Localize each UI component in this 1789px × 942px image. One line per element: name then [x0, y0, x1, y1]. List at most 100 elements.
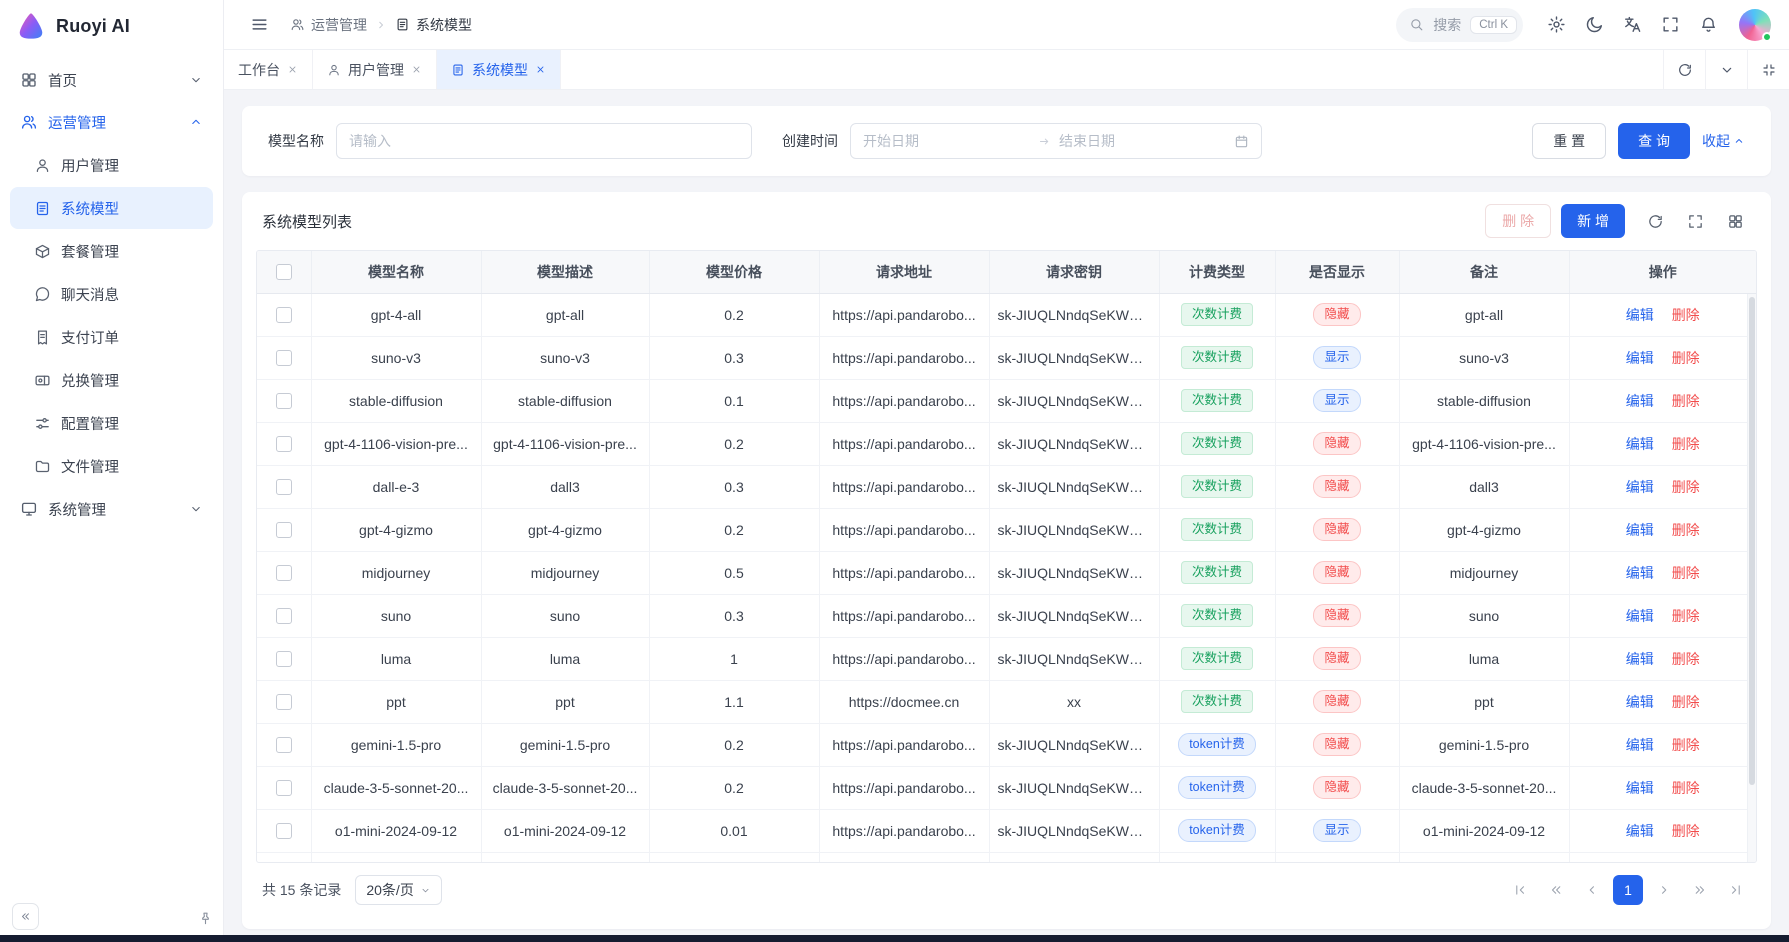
last-page-icon — [1729, 883, 1743, 897]
sidebar-item-redeem-manage[interactable]: 兑换管理 — [10, 359, 213, 401]
sidebar-item-operations[interactable]: 运营管理 — [10, 102, 213, 142]
refresh-button[interactable] — [1639, 205, 1671, 237]
fullscreen-button[interactable] — [1653, 8, 1687, 42]
delete-link[interactable]: 删除 — [1672, 651, 1700, 667]
translate-button[interactable] — [1615, 8, 1649, 42]
app-logo[interactable]: Ruoyi AI — [0, 0, 223, 52]
edit-link[interactable]: 编辑 — [1626, 651, 1654, 667]
jump-forward-button[interactable] — [1685, 875, 1715, 905]
delete-link[interactable]: 删除 — [1672, 780, 1700, 796]
edit-link[interactable]: 编辑 — [1626, 436, 1654, 452]
row-checkbox[interactable] — [276, 608, 292, 624]
translate-icon — [1623, 15, 1642, 34]
moon-button[interactable] — [1577, 8, 1611, 42]
row-checkbox[interactable] — [276, 737, 292, 753]
edit-link[interactable]: 编辑 — [1626, 479, 1654, 495]
row-checkbox[interactable] — [276, 436, 292, 452]
edit-link[interactable]: 编辑 — [1626, 565, 1654, 581]
cell-remark: suno-v3 — [1399, 336, 1569, 379]
row-checkbox[interactable] — [276, 522, 292, 538]
tabbar-controls — [1663, 50, 1789, 89]
delete-link[interactable]: 删除 — [1672, 307, 1700, 323]
jump-back-button[interactable] — [1541, 875, 1571, 905]
sidebar-item-system[interactable]: 系统管理 — [10, 489, 213, 529]
next-page-button[interactable] — [1649, 875, 1679, 905]
sidebar-item-chat-message[interactable]: 聊天消息 — [10, 273, 213, 315]
sidebar-item-package-manage[interactable]: 套餐管理 — [10, 230, 213, 272]
sidebar-item-config-manage[interactable]: 配置管理 — [10, 402, 213, 444]
menu-toggle-button[interactable] — [242, 8, 276, 42]
visibility-badge: 隐藏 — [1313, 690, 1360, 713]
first-page-button[interactable] — [1505, 875, 1535, 905]
breadcrumb-operations[interactable]: 运营管理 — [290, 15, 367, 35]
edit-link[interactable]: 编辑 — [1626, 780, 1654, 796]
query-button[interactable]: 查 询 — [1618, 123, 1690, 159]
prev-page-button[interactable] — [1577, 875, 1607, 905]
page-size-select[interactable]: 20条/页 — [355, 875, 441, 905]
delete-link[interactable]: 删除 — [1672, 565, 1700, 581]
gear-button[interactable] — [1539, 8, 1573, 42]
select-all-checkbox[interactable] — [276, 264, 292, 280]
edit-link[interactable]: 编辑 — [1626, 694, 1654, 710]
close-icon[interactable] — [287, 64, 298, 75]
cell-remark: suno — [1399, 594, 1569, 637]
delete-link[interactable]: 删除 — [1672, 694, 1700, 710]
edit-link[interactable]: 编辑 — [1626, 307, 1654, 323]
breadcrumb-current[interactable]: 系统模型 — [395, 15, 472, 35]
sidebar-collapse-button[interactable] — [12, 903, 39, 930]
delete-link[interactable]: 删除 — [1672, 350, 1700, 366]
row-checkbox[interactable] — [276, 780, 292, 796]
sidebar-item-pay-order[interactable]: 支付订单 — [10, 316, 213, 358]
bell-button[interactable] — [1691, 8, 1725, 42]
delete-link[interactable]: 删除 — [1672, 393, 1700, 409]
delete-link[interactable]: 删除 — [1672, 737, 1700, 753]
chevron-down-button[interactable] — [1705, 50, 1747, 89]
global-search[interactable]: 搜索 Ctrl K — [1396, 8, 1523, 42]
row-checkbox[interactable] — [276, 350, 292, 366]
scrollbar-thumb[interactable] — [1749, 297, 1755, 785]
edit-link[interactable]: 编辑 — [1626, 737, 1654, 753]
expand-button[interactable] — [1679, 205, 1711, 237]
table-scrollbar[interactable] — [1747, 294, 1756, 862]
tab-system-model[interactable]: 系统模型 — [437, 50, 561, 89]
close-icon[interactable] — [411, 64, 422, 75]
date-range-picker[interactable]: 开始日期 结束日期 — [850, 123, 1262, 159]
model-name-input[interactable] — [336, 123, 752, 159]
row-checkbox[interactable] — [276, 823, 292, 839]
sidebar-item-system-model[interactable]: 系统模型 — [10, 187, 213, 229]
tab-user-manage[interactable]: 用户管理 — [313, 50, 437, 89]
sidebar-item-home[interactable]: 首页 — [10, 60, 213, 100]
pin-icon[interactable] — [198, 911, 213, 926]
compress-button[interactable] — [1747, 50, 1789, 89]
row-checkbox[interactable] — [276, 479, 292, 495]
sidebar-item-user-manage[interactable]: 用户管理 — [10, 144, 213, 186]
reset-button[interactable]: 重 置 — [1532, 123, 1606, 159]
arrow-right-icon — [1038, 135, 1051, 148]
delete-link[interactable]: 删除 — [1672, 522, 1700, 538]
edit-link[interactable]: 编辑 — [1626, 608, 1654, 624]
edit-link[interactable]: 编辑 — [1626, 393, 1654, 409]
row-checkbox[interactable] — [276, 307, 292, 323]
last-page-button[interactable] — [1721, 875, 1751, 905]
delete-link[interactable]: 删除 — [1672, 479, 1700, 495]
delete-link[interactable]: 删除 — [1672, 823, 1700, 839]
close-icon[interactable] — [535, 64, 546, 75]
batch-delete-button[interactable]: 删 除 — [1485, 204, 1551, 238]
tab-workbench[interactable]: 工作台 — [224, 50, 313, 89]
refresh-button[interactable] — [1663, 50, 1705, 89]
columns-button[interactable] — [1719, 205, 1751, 237]
row-checkbox[interactable] — [276, 565, 292, 581]
delete-link[interactable]: 删除 — [1672, 608, 1700, 624]
delete-link[interactable]: 删除 — [1672, 436, 1700, 452]
add-button[interactable]: 新 增 — [1561, 204, 1625, 238]
edit-link[interactable]: 编辑 — [1626, 522, 1654, 538]
sidebar-item-file-manage[interactable]: 文件管理 — [10, 445, 213, 487]
edit-link[interactable]: 编辑 — [1626, 350, 1654, 366]
row-checkbox[interactable] — [276, 651, 292, 667]
row-checkbox[interactable] — [276, 694, 292, 710]
current-page[interactable]: 1 — [1613, 875, 1643, 905]
collapse-filter-link[interactable]: 收起 — [1702, 131, 1745, 151]
avatar[interactable] — [1739, 9, 1771, 41]
edit-link[interactable]: 编辑 — [1626, 823, 1654, 839]
row-checkbox[interactable] — [276, 393, 292, 409]
